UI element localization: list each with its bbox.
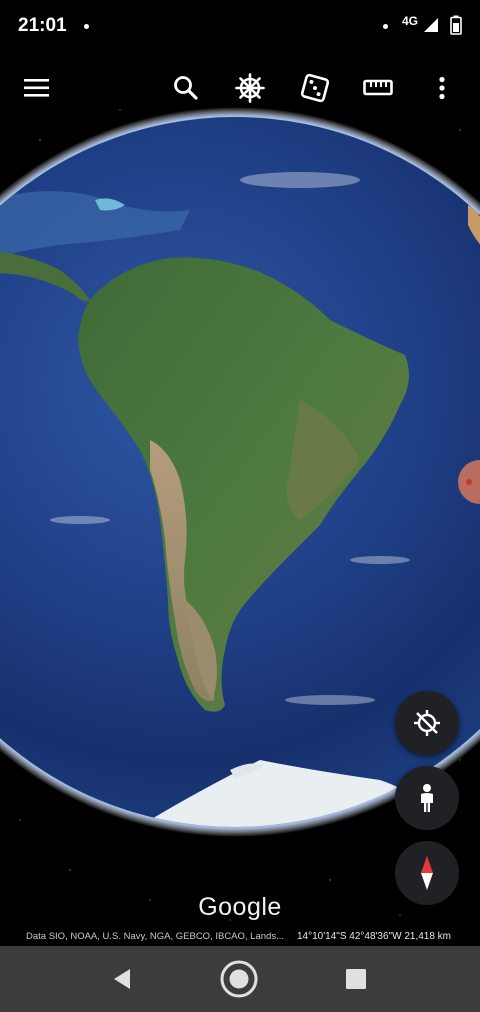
my-location-button[interactable] (395, 691, 459, 755)
network-type: 4G (402, 14, 419, 28)
street-view-button[interactable] (395, 766, 459, 830)
dice-icon (300, 73, 330, 103)
system-nav-bar (0, 946, 480, 1012)
home-circle-icon (220, 960, 258, 998)
top-toolbar (0, 62, 480, 114)
recents-square-icon (346, 969, 366, 989)
status-bar: 21:01 4G (0, 0, 480, 52)
pegman-icon (421, 784, 433, 812)
menu-icon (24, 79, 49, 97)
back-button[interactable] (82, 946, 162, 1012)
voyager-button[interactable] (226, 62, 274, 114)
compass-icon (421, 856, 433, 890)
more-vertical-icon (439, 76, 445, 100)
battery-icon (450, 15, 462, 35)
my-location-off-icon (414, 710, 440, 736)
back-triangle-icon (114, 969, 130, 989)
google-logo: Google (198, 893, 282, 921)
home-button[interactable] (199, 946, 279, 1012)
status-time: 21:01 (18, 15, 67, 36)
ship-wheel-icon (235, 73, 265, 103)
notification-dot-icon (84, 24, 89, 29)
data-attribution[interactable]: Data SIO, NOAA, U.S. Navy, NGA, GEBCO, I… (26, 931, 284, 942)
measure-button[interactable] (354, 62, 402, 114)
search-button[interactable] (162, 62, 210, 114)
feeling-lucky-button[interactable] (291, 62, 339, 114)
more-options-button[interactable] (418, 62, 466, 114)
recents-button[interactable] (316, 946, 396, 1012)
signal-icon (424, 18, 438, 32)
coordinate-readout: 14°10'14"S 42°48'36"W 21,418 km (297, 931, 452, 942)
menu-button[interactable] (13, 62, 61, 114)
status-dot-icon (383, 24, 388, 29)
search-icon (174, 76, 198, 100)
ruler-icon (363, 79, 393, 96)
